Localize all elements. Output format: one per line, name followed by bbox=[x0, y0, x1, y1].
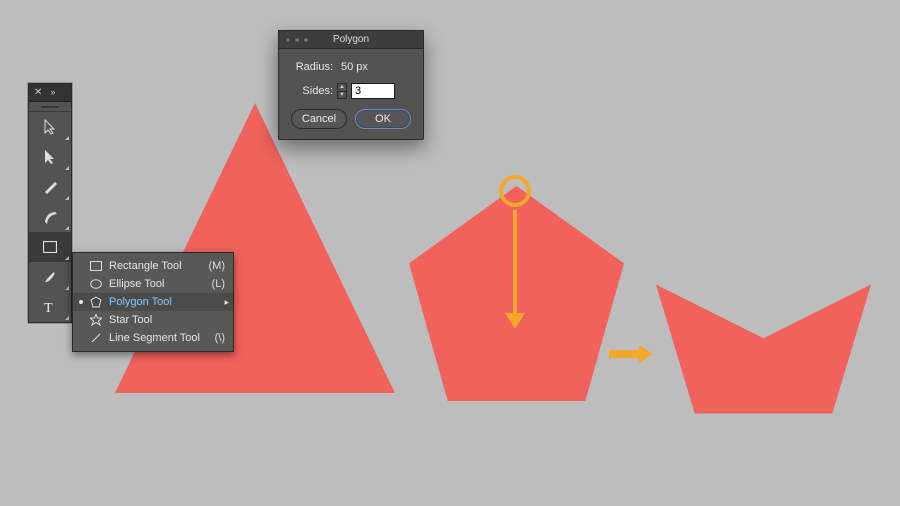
flyout-label: Ellipse Tool bbox=[109, 278, 206, 290]
flyout-label: Star Tool bbox=[109, 314, 219, 326]
paintbrush-tool[interactable] bbox=[29, 262, 71, 292]
radius-row: Radius: 50 px bbox=[291, 61, 411, 73]
flyout-corner-icon bbox=[65, 196, 69, 200]
sides-stepper[interactable]: ▲ ▼ bbox=[337, 83, 347, 99]
curvature-tool[interactable] bbox=[29, 202, 71, 232]
step-down-icon[interactable]: ▼ bbox=[338, 92, 346, 99]
window-controls[interactable] bbox=[285, 37, 309, 43]
shape-tool[interactable] bbox=[29, 232, 71, 262]
flyout-line-segment-tool[interactable]: Line Segment Tool (\) bbox=[73, 329, 233, 347]
polygon-dialog: Polygon Radius: 50 px Sides: ▲ ▼ Cancel … bbox=[278, 30, 424, 140]
sides-row: Sides: ▲ ▼ bbox=[291, 83, 411, 99]
flyout-corner-icon bbox=[65, 136, 69, 140]
flyout-shortcut: (\) bbox=[215, 332, 225, 344]
canvas-edited-pentagon bbox=[656, 284, 871, 414]
result-arrow-icon bbox=[609, 350, 639, 358]
cancel-button[interactable]: Cancel bbox=[291, 109, 347, 129]
flyout-label: Polygon Tool bbox=[109, 296, 225, 308]
flyout-ellipse-tool[interactable]: Ellipse Tool (L) bbox=[73, 275, 233, 293]
flyout-shortcut: (M) bbox=[209, 260, 226, 272]
star-icon bbox=[89, 314, 103, 326]
anchor-highlight-icon bbox=[499, 175, 531, 207]
pen-tool[interactable] bbox=[29, 172, 71, 202]
polygon-icon bbox=[89, 296, 103, 308]
tools-panel-header[interactable]: ✕ » bbox=[29, 84, 71, 102]
flyout-star-tool[interactable]: Star Tool bbox=[73, 311, 233, 329]
panel-grip[interactable] bbox=[29, 102, 71, 112]
drag-down-arrow-icon bbox=[513, 210, 517, 315]
selection-tool[interactable] bbox=[29, 112, 71, 142]
sides-label: Sides: bbox=[291, 85, 333, 97]
type-tool[interactable]: T bbox=[29, 292, 71, 322]
svg-text:T: T bbox=[44, 301, 53, 314]
close-icon[interactable]: ✕ bbox=[34, 88, 42, 98]
step-up-icon[interactable]: ▲ bbox=[338, 84, 346, 92]
flyout-rectangle-tool[interactable]: Rectangle Tool (M) bbox=[73, 257, 233, 275]
line-icon bbox=[89, 332, 103, 344]
flyout-label: Rectangle Tool bbox=[109, 260, 203, 272]
submenu-arrow-icon: ▸ bbox=[224, 297, 229, 308]
flyout-corner-icon bbox=[65, 256, 69, 260]
flyout-shortcut: (L) bbox=[212, 278, 225, 290]
flyout-corner-icon bbox=[65, 286, 69, 290]
dialog-titlebar[interactable]: Polygon bbox=[279, 31, 423, 49]
sides-input[interactable] bbox=[351, 83, 395, 99]
tools-panel: ✕ » T bbox=[28, 83, 72, 323]
shape-tool-flyout: Rectangle Tool (M) Ellipse Tool (L) Poly… bbox=[72, 252, 234, 352]
flyout-corner-icon bbox=[65, 226, 69, 230]
flyout-corner-icon bbox=[65, 316, 69, 320]
flyout-polygon-tool[interactable]: Polygon Tool ▸ bbox=[73, 293, 233, 311]
radius-label: Radius: bbox=[291, 61, 333, 73]
rectangle-icon bbox=[89, 261, 103, 271]
radius-value[interactable]: 50 px bbox=[337, 61, 368, 73]
ellipse-icon bbox=[89, 279, 103, 289]
direct-selection-tool[interactable] bbox=[29, 142, 71, 172]
expand-icon[interactable]: » bbox=[50, 88, 55, 97]
ok-button[interactable]: OK bbox=[355, 109, 411, 129]
flyout-corner-icon bbox=[65, 166, 69, 170]
flyout-label: Line Segment Tool bbox=[109, 332, 209, 344]
